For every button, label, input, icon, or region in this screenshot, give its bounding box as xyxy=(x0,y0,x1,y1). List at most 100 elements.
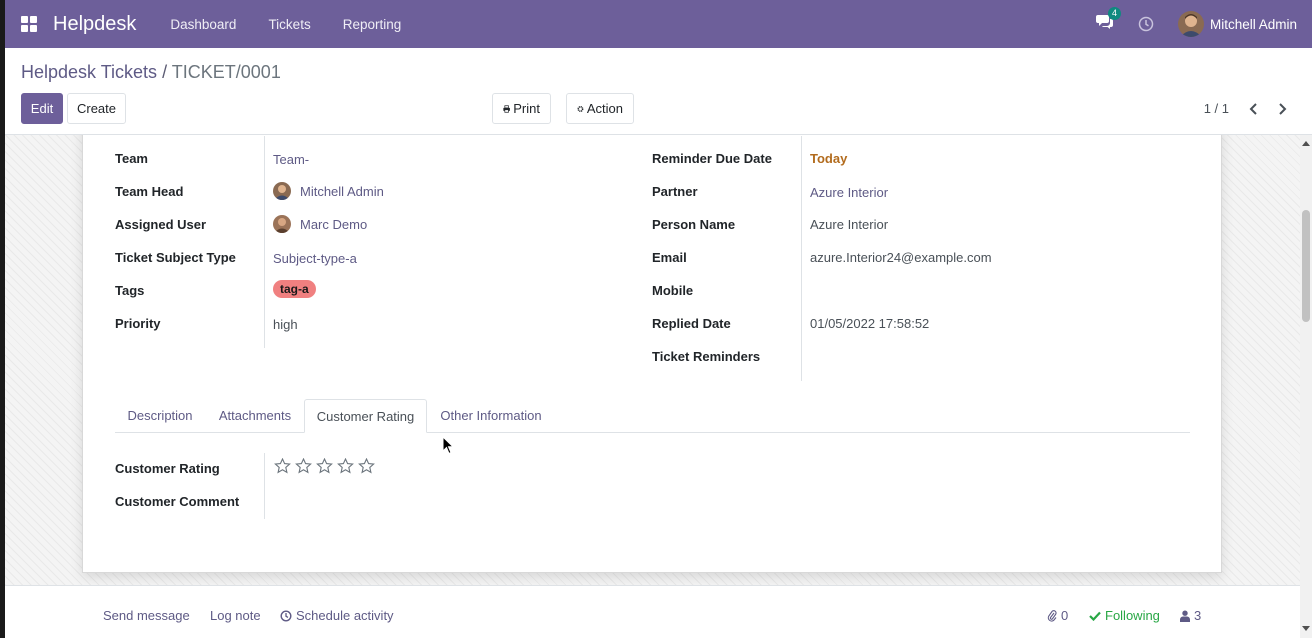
field-label-customer-comment: Customer Comment xyxy=(115,494,240,509)
user-avatar[interactable] xyxy=(1177,11,1204,37)
field-value-tags[interactable]: tag-a xyxy=(273,280,316,298)
field-label-ticket-reminders: Ticket Reminders xyxy=(652,349,761,364)
user-icon xyxy=(1180,610,1190,622)
app-window: Helpdesk Dashboard Tickets Reporting 4 M… xyxy=(5,0,1312,638)
breadcrumb-current: TICKET/0001 xyxy=(171,62,281,82)
following-button[interactable]: Following xyxy=(1089,608,1160,623)
team-head-avatar xyxy=(273,182,291,200)
tab-other-information-label: Other Information xyxy=(440,408,542,423)
chatter-topbar: Send message Log note Schedule activity … xyxy=(5,585,1300,638)
scrollbar-thumb[interactable] xyxy=(1302,210,1310,322)
field-value-person-name[interactable]: Azure Interior xyxy=(810,217,888,232)
field-label-ticket-subject-type: Ticket Subject Type xyxy=(115,250,236,265)
star-icon[interactable] xyxy=(293,457,314,475)
star-icon[interactable] xyxy=(314,457,335,475)
create-button[interactable]: Create xyxy=(67,93,126,124)
scroll-up-icon[interactable] xyxy=(1302,139,1310,147)
star-icon[interactable] xyxy=(272,457,293,475)
field-value-team[interactable]: Team- xyxy=(273,152,309,167)
print-icon xyxy=(503,104,510,113)
field-value-assigned-user[interactable]: Marc Demo xyxy=(273,215,367,233)
edit-button-label: Edit xyxy=(30,101,54,116)
field-value-ticket-subject-type[interactable]: Subject-type-a xyxy=(273,251,357,266)
left-group-divider xyxy=(264,136,265,348)
team-head-name: Mitchell Admin xyxy=(300,183,384,199)
tag-badge[interactable]: tag-a xyxy=(273,280,316,298)
tab-other-information[interactable]: Other Information xyxy=(429,399,553,432)
edit-button[interactable]: Edit xyxy=(21,93,63,124)
form-sheet: Team Team- Team Head Mitchell Admin Assi… xyxy=(82,135,1222,573)
paperclip-icon xyxy=(1047,610,1057,622)
field-value-replied-date[interactable]: 01/05/2022 17:58:52 xyxy=(810,316,929,331)
right-group-divider xyxy=(801,136,802,381)
field-label-person-name: Person Name xyxy=(652,217,736,232)
tab-description[interactable]: Description xyxy=(115,399,205,432)
log-note-label: Log note xyxy=(210,608,261,623)
navbar-systray: 4 Mitchell Admin xyxy=(1095,0,1312,48)
field-label-partner: Partner xyxy=(652,184,698,199)
followers-count: 3 xyxy=(1194,608,1202,623)
action-button[interactable]: Action xyxy=(566,93,634,124)
user-menu-name[interactable]: Mitchell Admin xyxy=(1210,17,1297,32)
field-label-assigned-user: Assigned User xyxy=(115,217,207,232)
tab-customer-rating-label: Customer Rating xyxy=(316,408,415,424)
attachments-button[interactable]: 0 xyxy=(1047,608,1068,623)
check-icon xyxy=(1089,611,1101,621)
form-view-area: Team Team- Team Head Mitchell Admin Assi… xyxy=(5,135,1300,585)
messaging-count-badge: 4 xyxy=(1107,7,1121,20)
field-label-mobile: Mobile xyxy=(652,283,694,298)
assigned-user-avatar xyxy=(273,215,291,233)
action-button-label: Action xyxy=(586,101,623,116)
app-brand[interactable]: Helpdesk xyxy=(53,13,136,36)
pager-value[interactable]: 1 / 1 xyxy=(1204,101,1229,116)
messaging-icon[interactable]: 4 xyxy=(1095,7,1121,34)
apps-menu-icon[interactable] xyxy=(5,0,53,48)
print-button-label: Print xyxy=(513,101,540,116)
vertical-scrollbar[interactable] xyxy=(1300,135,1312,638)
menu-tickets[interactable]: Tickets xyxy=(252,17,326,32)
attachments-count: 0 xyxy=(1061,608,1069,623)
field-label-team-head: Team Head xyxy=(115,184,184,199)
top-navbar: Helpdesk Dashboard Tickets Reporting 4 M… xyxy=(5,0,1312,48)
scroll-down-icon[interactable] xyxy=(1302,625,1310,633)
following-label: Following xyxy=(1105,608,1160,623)
field-value-partner[interactable]: Azure Interior xyxy=(810,185,888,200)
send-message-button[interactable]: Send message xyxy=(103,608,190,623)
field-label-tags: Tags xyxy=(115,283,145,298)
send-message-label: Send message xyxy=(103,608,190,623)
log-note-button[interactable]: Log note xyxy=(210,608,261,623)
gear-icon xyxy=(577,105,584,112)
schedule-activity-button[interactable]: Schedule activity xyxy=(280,608,394,623)
print-button[interactable]: Print xyxy=(492,93,551,124)
menu-dashboard[interactable]: Dashboard xyxy=(154,17,252,32)
field-label-replied-date: Replied Date xyxy=(652,316,731,331)
field-value-reminder-due-date[interactable]: Today xyxy=(810,151,847,166)
breadcrumb-separator: / xyxy=(162,62,168,82)
rating-stars[interactable] xyxy=(272,457,377,475)
breadcrumb: Helpdesk Tickets / TICKET/0001 xyxy=(21,62,281,83)
followers-button[interactable]: 3 xyxy=(1180,608,1201,623)
field-value-priority[interactable]: high xyxy=(273,317,298,332)
pager-previous-icon[interactable] xyxy=(1244,99,1264,119)
pager-next-icon[interactable] xyxy=(1272,99,1292,119)
field-value-team-head[interactable]: Mitchell Admin xyxy=(273,182,384,200)
activity-clock-icon[interactable] xyxy=(1138,16,1154,32)
tab-attachments[interactable]: Attachments xyxy=(207,399,303,432)
mouse-cursor-icon xyxy=(442,436,454,455)
field-label-reminder-due-date: Reminder Due Date xyxy=(652,151,772,166)
breadcrumb-parent[interactable]: Helpdesk Tickets xyxy=(21,62,157,82)
notebook-tabs: Description Attachments Customer Rating … xyxy=(115,399,1190,433)
clock-icon xyxy=(280,609,292,622)
assigned-user-name: Marc Demo xyxy=(300,216,368,232)
field-label-email: Email xyxy=(652,250,687,265)
field-label-priority: Priority xyxy=(115,316,161,331)
menu-reporting[interactable]: Reporting xyxy=(327,17,418,32)
star-icon[interactable] xyxy=(335,457,356,475)
rating-group-divider xyxy=(264,453,265,519)
field-value-email[interactable]: azure.Interior24@example.com xyxy=(810,250,992,265)
tab-customer-rating[interactable]: Customer Rating xyxy=(304,399,427,433)
star-icon[interactable] xyxy=(356,457,377,475)
field-label-customer-rating: Customer Rating xyxy=(115,461,220,476)
tab-attachments-label: Attachments xyxy=(218,408,292,423)
tab-description-label: Description xyxy=(127,408,193,423)
